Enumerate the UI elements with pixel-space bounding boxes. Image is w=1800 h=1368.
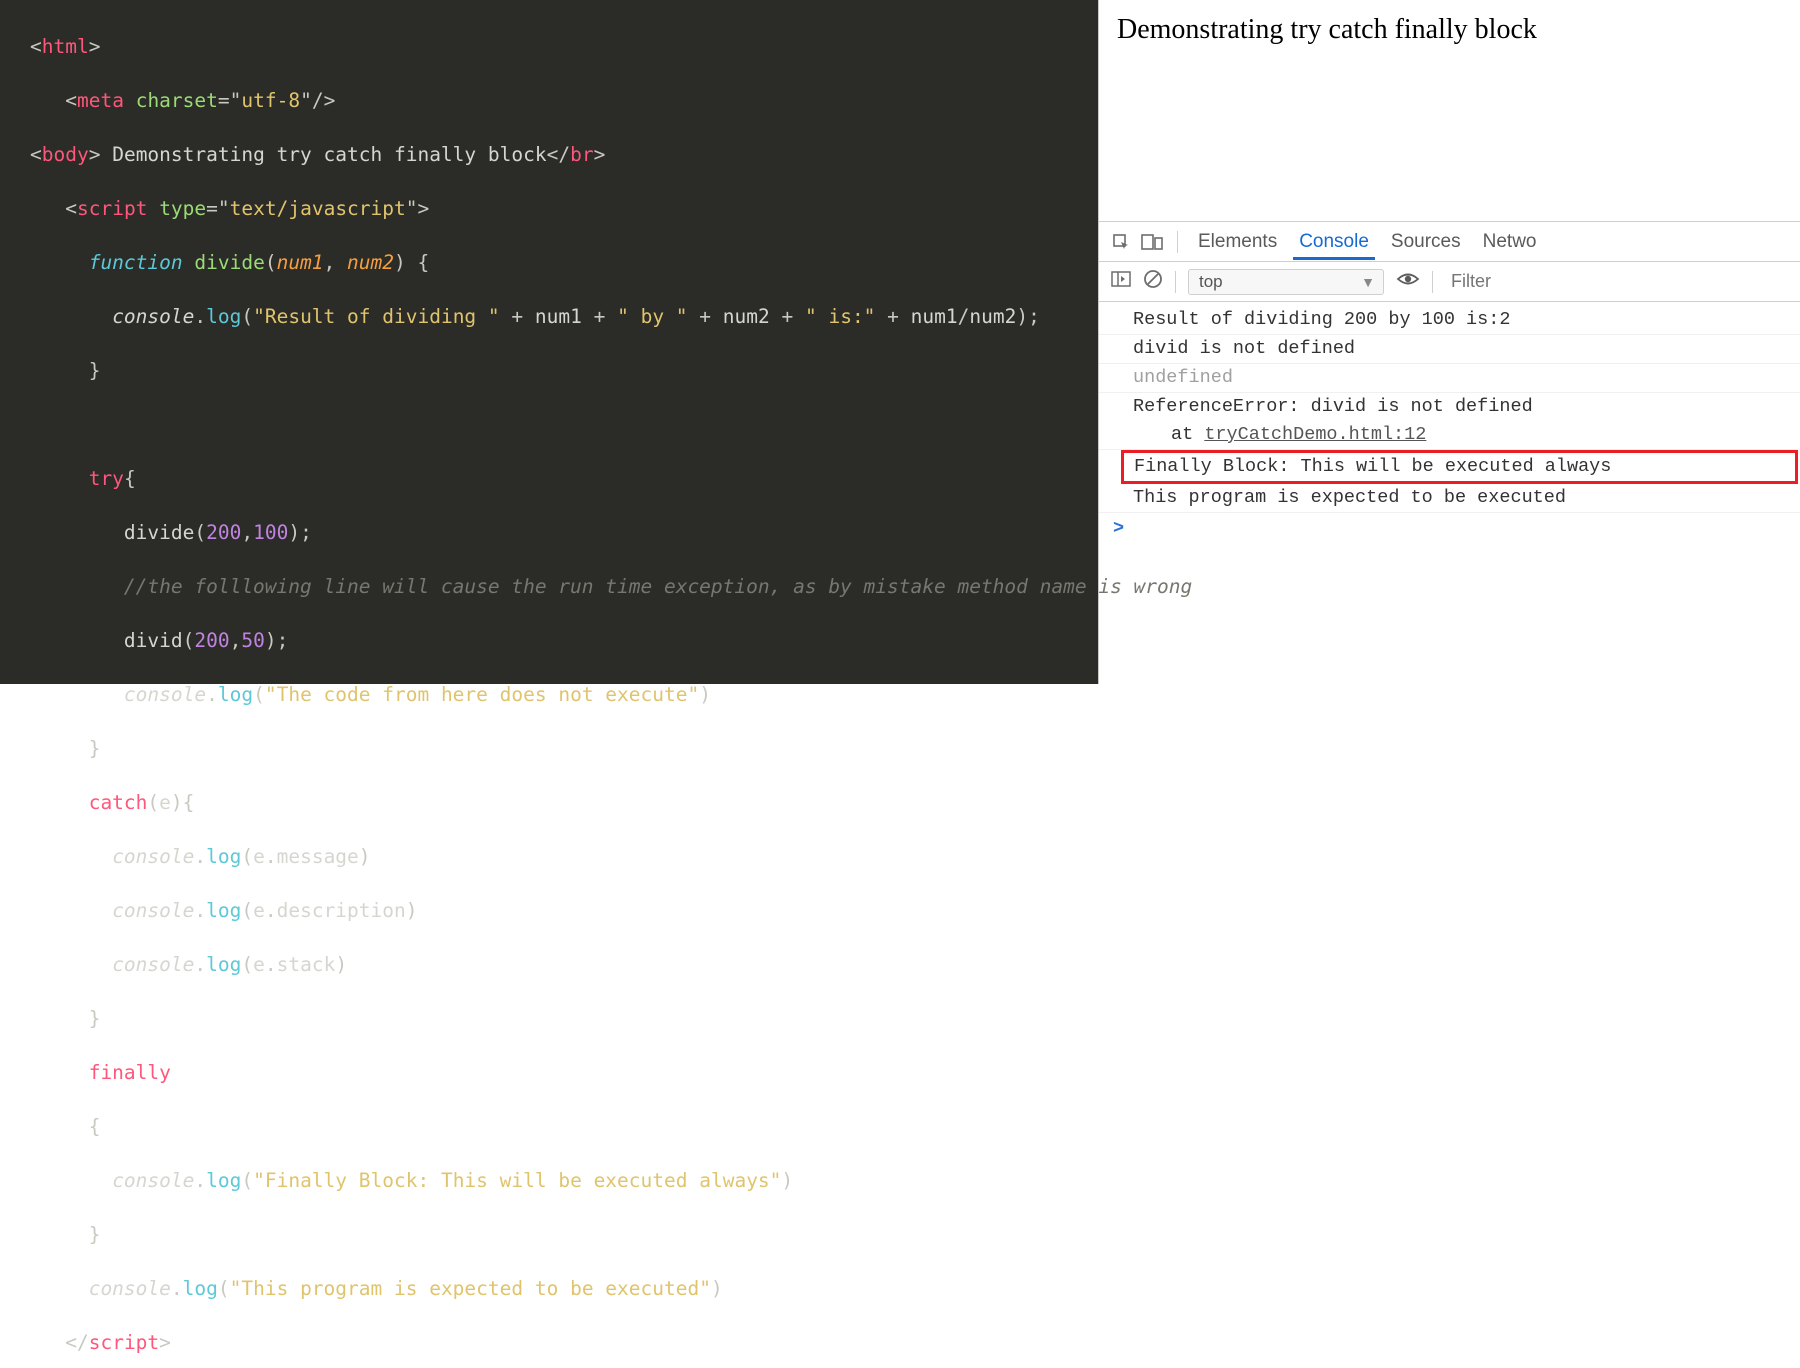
tab-console[interactable]: Console bbox=[1293, 223, 1375, 260]
code-line: finally bbox=[30, 1059, 1098, 1086]
code-line: divide(200,100); bbox=[30, 519, 1098, 546]
context-value: top bbox=[1199, 272, 1223, 292]
code-line: <html> bbox=[30, 33, 1098, 60]
code-line: } bbox=[30, 1221, 1098, 1248]
divider bbox=[1175, 271, 1176, 293]
log-row-highlighted: Finally Block: This will be executed alw… bbox=[1121, 450, 1798, 484]
code-line: } bbox=[30, 1005, 1098, 1032]
browser-pane: Demonstrating try catch finally block El… bbox=[1098, 0, 1800, 684]
code-line: try{ bbox=[30, 465, 1098, 492]
code-line: console.log(e.message) bbox=[30, 843, 1098, 870]
log-row: This program is expected to be executed bbox=[1099, 484, 1800, 513]
devtools: Elements Console Sources Netwo top ▼ bbox=[1099, 222, 1800, 684]
eye-icon[interactable] bbox=[1396, 270, 1420, 293]
tab-network[interactable]: Netwo bbox=[1477, 223, 1543, 260]
tab-sources[interactable]: Sources bbox=[1385, 223, 1467, 260]
device-toggle-icon[interactable] bbox=[1141, 232, 1163, 252]
code-line: //the folllowing line will cause the run… bbox=[30, 573, 1098, 600]
code-line: catch(e){ bbox=[30, 789, 1098, 816]
tab-elements[interactable]: Elements bbox=[1192, 223, 1283, 260]
divider bbox=[1177, 231, 1178, 253]
console-toolbar: top ▼ bbox=[1099, 262, 1800, 302]
context-selector[interactable]: top ▼ bbox=[1188, 269, 1384, 295]
sidebar-toggle-icon[interactable] bbox=[1111, 270, 1131, 293]
code-line: } bbox=[30, 735, 1098, 762]
code-line: console.log("The code from here does not… bbox=[30, 681, 1098, 708]
code-line: </script> bbox=[30, 1329, 1098, 1356]
code-line: function divide(num1, num2) { bbox=[30, 249, 1098, 276]
rendered-page: Demonstrating try catch finally block bbox=[1099, 0, 1800, 222]
log-row: divid is not defined bbox=[1099, 335, 1800, 364]
code-line bbox=[30, 411, 1098, 438]
devtools-tabs: Elements Console Sources Netwo bbox=[1099, 222, 1800, 262]
code-line: console.log("Result of dividing " + num1… bbox=[30, 303, 1098, 330]
code-line: console.log(e.description) bbox=[30, 897, 1098, 924]
log-row: Result of dividing 200 by 100 is:2 bbox=[1099, 306, 1800, 335]
console-log[interactable]: Result of dividing 200 by 100 is:2 divid… bbox=[1099, 302, 1800, 684]
code-line: <body> Demonstrating try catch finally b… bbox=[30, 141, 1098, 168]
stack-link[interactable]: tryCatchDemo.html:12 bbox=[1204, 424, 1426, 445]
code-line: <meta charset="utf-8"/> bbox=[30, 87, 1098, 114]
code-line: console.log("Finally Block: This will be… bbox=[30, 1167, 1098, 1194]
page-heading: Demonstrating try catch finally block bbox=[1117, 14, 1537, 45]
code-line: console.log(e.stack) bbox=[30, 951, 1098, 978]
code-line: } bbox=[30, 357, 1098, 384]
chevron-down-icon: ▼ bbox=[1361, 274, 1375, 290]
code-line: <script type="text/javascript"> bbox=[30, 195, 1098, 222]
filter-input[interactable] bbox=[1445, 271, 1788, 292]
log-row: undefined bbox=[1099, 364, 1800, 393]
log-row-error: ReferenceError: divid is not defined at … bbox=[1099, 393, 1800, 450]
clear-console-icon[interactable] bbox=[1143, 269, 1163, 294]
inspect-icon[interactable] bbox=[1111, 232, 1131, 252]
code-line: { bbox=[30, 1113, 1098, 1140]
divider bbox=[1432, 271, 1433, 293]
console-prompt[interactable]: > bbox=[1099, 513, 1800, 543]
code-editor[interactable]: <html> <meta charset="utf-8"/> <body> De… bbox=[0, 0, 1098, 684]
code-line: divid(200,50); bbox=[30, 627, 1098, 654]
code-line: console.log("This program is expected to… bbox=[30, 1275, 1098, 1302]
